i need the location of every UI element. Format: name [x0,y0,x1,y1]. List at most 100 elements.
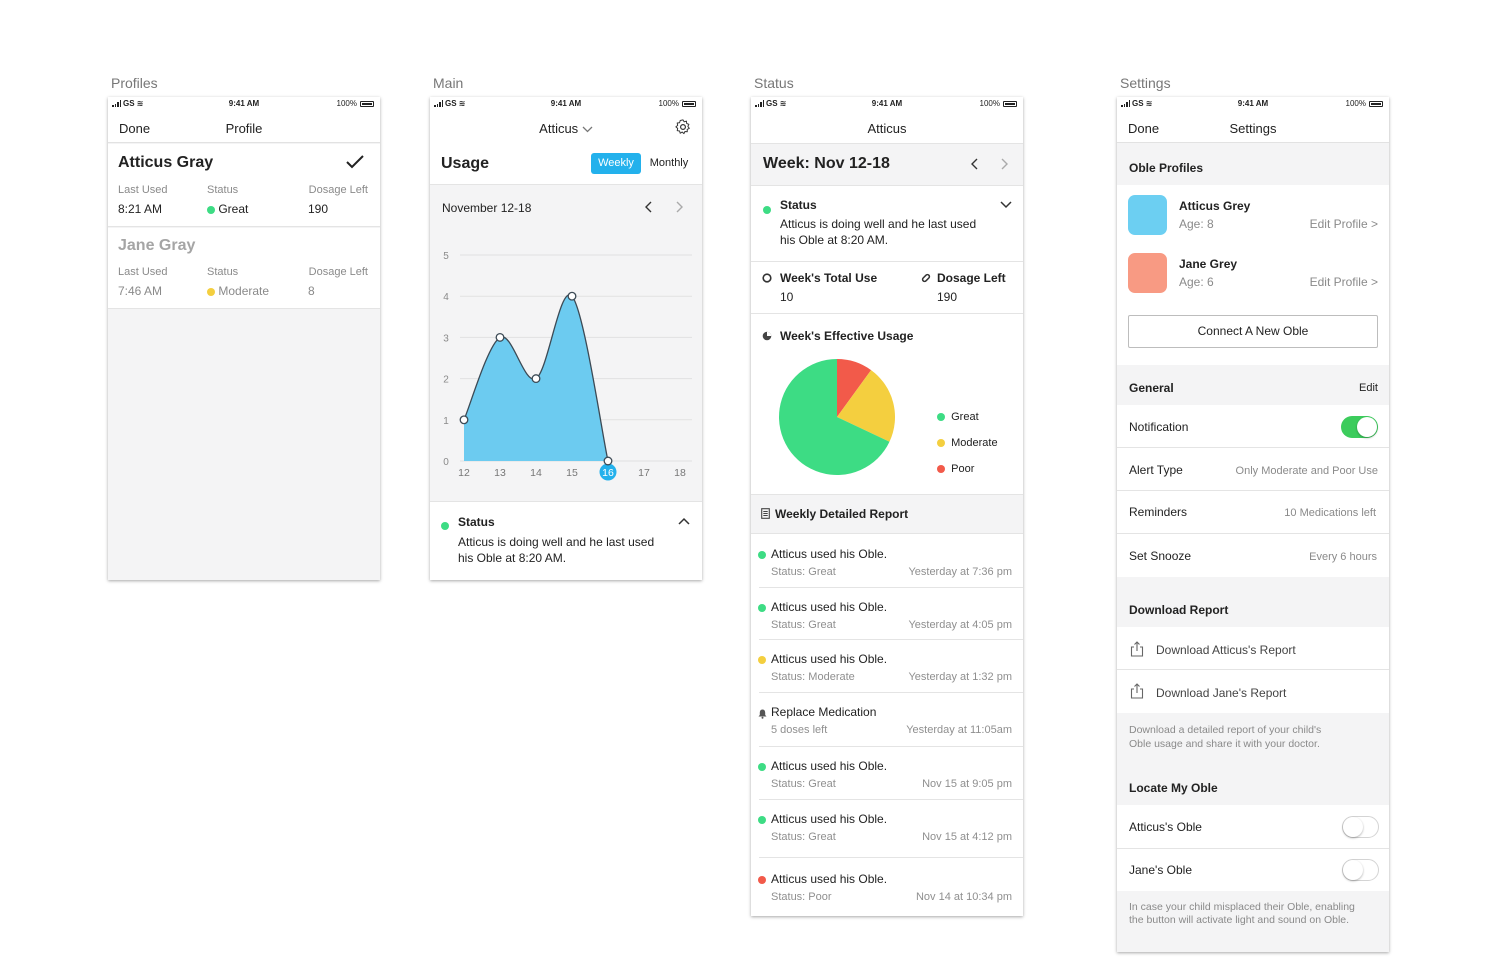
data-point [567,291,577,301]
report-time: Yesterday at 7:36 pm [908,566,1012,578]
usage-title: Usage [441,155,490,172]
status-title: Status [780,198,817,212]
report-row[interactable]: Atticus used his Oble. Status: Great Yeste… [751,587,1023,639]
profiles-screen-label: Profiles [111,75,158,91]
report-subtitle: Status: Great [771,566,836,578]
battery-icon [1369,100,1383,107]
profile-age: Age: 8 [1179,217,1214,231]
report-time: Yesterday at 11:05am [906,724,1012,736]
download-atticus-row[interactable]: Download Atticus's Report [1117,627,1389,670]
status-dot [763,205,771,214]
report-time: Yesterday at 4:05 pm [908,619,1012,631]
locate-section-header: Locate My Oble [1129,781,1218,795]
settings-navbar: Done Settings [1117,111,1389,143]
report-subtitle: Status: Great [771,831,836,843]
snooze-value[interactable]: Every 6 hours [1309,551,1377,563]
alert-type-value[interactable]: Only Moderate and Poor Use [1236,465,1378,477]
locate-note: In case your child misplaced their Oble,… [1129,901,1355,926]
document-icon [761,508,770,519]
dosage-value: 190 [308,202,329,216]
connect-oble-button[interactable]: Connect A New Oble [1128,315,1378,348]
download-note: Download a detailed report of your child… [1129,724,1322,750]
report-title: Atticus used his Oble. [771,652,888,666]
reminders-label: Reminders [1129,505,1188,519]
page-title: Atticus [867,121,907,136]
general-edit-button[interactable]: Edit [1359,382,1378,394]
status-navbar: Atticus [751,111,1023,143]
status-bar: GS ≋ 9:41 AM 100% [108,97,380,111]
status-dot [207,287,215,296]
status-screen-label: Status [754,75,794,91]
status-bar: GS ≋ 9:41 AM 100% [430,97,702,111]
report-row[interactable]: Replace Medication 5 doses left Yesterday … [751,692,1023,744]
download-jane-row[interactable]: Download Jane's Report [1117,670,1389,713]
report-title: Atticus used his Oble. [771,600,888,614]
chevron-up-icon[interactable] [678,517,690,525]
chevron-left-icon[interactable] [970,158,980,170]
effective-usage-title: Week's Effective Usage [780,329,914,343]
reminders-value[interactable]: 10 Medications left [1284,507,1376,519]
report-subtitle: Status: Poor [771,891,832,903]
general-section-header: General [1129,381,1174,395]
weekly-toggle[interactable]: Weekly [591,153,641,174]
status-value: Great [218,202,249,216]
report-title: Atticus used his Oble. [771,547,888,561]
x-tick-label: 16 [602,467,614,479]
data-point [459,415,469,425]
status-bar: GS ≋ 9:41 AM 100% [1117,97,1389,111]
chevron-right-icon[interactable] [999,158,1009,170]
avatar-atticus [1128,195,1167,235]
settings-phone: GS ≋ 9:41 AM 100% Done Settings Oble Prof… [1117,97,1389,952]
status-text: Atticus is doing well and he last used hi… [780,217,977,247]
x-tick-label: 13 [494,467,506,479]
x-tick-label: 15 [566,467,578,479]
profiles-navbar: Done Profile [108,111,380,143]
legend-moderate: Moderate [937,437,998,449]
y-tick-label: 2 [443,375,449,386]
x-tick-label: 17 [638,467,650,479]
locate-jane-toggle[interactable] [1342,859,1379,881]
last-used-value: 7:46 AM [118,284,163,298]
pill-icon [921,273,931,283]
report-row[interactable]: Atticus used his Oble. Status: Great Nov 1… [751,746,1023,798]
report-row[interactable]: Atticus used his Oble. Status: Great Nov 1… [751,799,1023,851]
gear-icon[interactable] [674,118,692,136]
dosage-value: 8 [308,284,315,298]
download-list: Download Atticus's Report Download Jane'… [1117,627,1389,713]
edit-profile-link[interactable]: Edit Profile > [1310,275,1378,289]
profile-card-jane[interactable]: Jane Gray Last Used Status Dosage Left 7… [108,228,380,308]
total-use-value: 10 [780,290,794,304]
last-used-value: 8:21 AM [118,202,163,216]
profile-card-atticus[interactable]: Atticus Gray Last Used Status Dosage Lef… [108,144,380,226]
edit-profile-link[interactable]: Edit Profile > [1310,217,1378,231]
report-title: Weekly Detailed Report [775,507,909,521]
profiles-section-header: Oble Profiles [1129,161,1204,175]
y-tick-label: 5 [443,251,449,262]
y-tick-label: 4 [443,292,449,303]
report-row[interactable]: Atticus used his Oble. Status: Great Yeste… [751,534,1023,586]
status-dot [758,604,766,612]
status-phone: GS ≋ 9:41 AM 100% Atticus Week: Nov 12-18… [751,97,1023,916]
report-row[interactable]: Atticus used his Oble. Status: Poor Nov 14… [751,859,1023,911]
profile-name: Jane Gray [118,237,196,254]
share-icon [1130,641,1144,657]
profile-age: Age: 6 [1179,275,1214,289]
monthly-toggle[interactable]: Monthly [644,153,694,174]
chevron-down-icon [582,126,593,133]
x-tick-label: 14 [530,467,542,479]
main-phone: GS ≋ 9:41 AM 100% Atticus Usage Weekly Mo… [430,97,702,580]
pie-icon [762,331,772,341]
chevron-down-icon[interactable] [1000,201,1012,209]
status-value: Moderate [218,284,270,298]
main-screen-label: Main [433,75,464,91]
report-row[interactable]: Atticus used his Oble. Status: Moderate Ye… [751,639,1023,691]
locate-atticus-toggle[interactable] [1342,816,1379,838]
notification-toggle[interactable] [1341,416,1378,438]
status-title: Status [458,515,495,529]
data-point [603,456,613,466]
report-time: Yesterday at 1:32 pm [908,671,1012,683]
report-title: Replace Medication [771,705,877,719]
battery-icon [682,100,696,107]
profile-switcher[interactable]: Atticus [430,121,702,136]
battery-icon [1003,100,1017,107]
